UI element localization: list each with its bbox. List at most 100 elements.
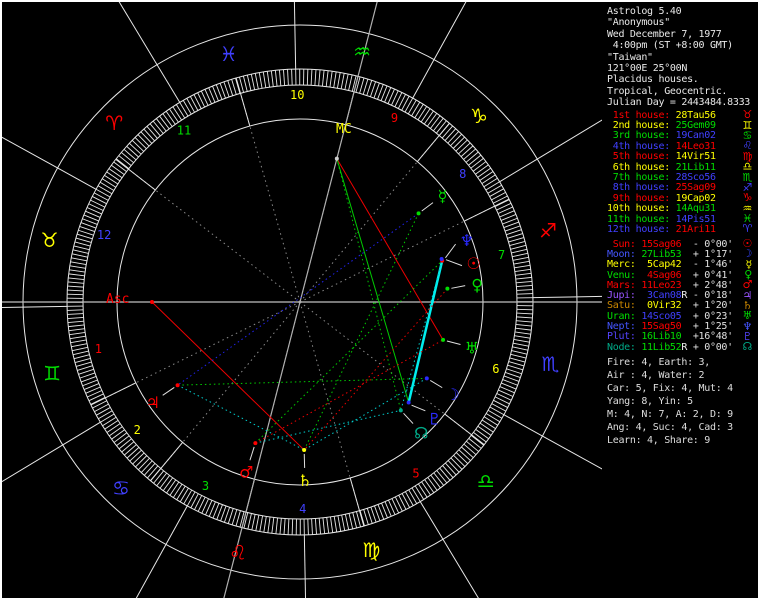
- natal-chart-wheel[interactable]: 1 2 3 4 5 6 7 8 9 10 11 12 ♈ ♉ ♊ ♋ ♌ ♍ ♎ ♏ ♐ ♑ ♒ ♓ ☉ ☽ ☿ ♀ ♂ ♃ ♄ ♅ ♆ ♇ ☊ As…: [2, 2, 602, 598]
- aspect-line: [255, 261, 442, 443]
- planet-row: Node: 11Lib52 R + 0°00' ☊: [607, 340, 757, 354]
- zodiac-sign-icon: ♈: [742, 222, 752, 236]
- planet-position-dot: [440, 257, 444, 261]
- house-label: 11th house:: [607, 213, 676, 225]
- planet-row: Moon: 27Lib53 + 1°17' ☽: [607, 248, 757, 260]
- aspect-line: [178, 378, 427, 385]
- sign-boundary-extension: [2, 2, 157, 65]
- aspect-line: [178, 213, 419, 385]
- tally-line: Learn: 4, Share: 9: [607, 435, 710, 446]
- house-cusp-value: 14Pis51: [675, 213, 716, 225]
- aspect-line: [337, 159, 401, 411]
- house-cusp-value: 19Can02: [675, 130, 716, 142]
- house-cusp-segment: [236, 78, 250, 126]
- planet-row: Sun: 15Sag06 - 0°00' ☉: [607, 238, 757, 250]
- house-cusp-line: [130, 170, 300, 302]
- sign-boundary-extension: [2, 544, 166, 598]
- leo-sign-icon: ♌: [229, 540, 247, 564]
- sign-boundary-extension: [2, 307, 23, 314]
- pluto-wheel-icon: ♇: [427, 410, 441, 429]
- header-line: "Anonymous": [607, 17, 670, 29]
- planet-row: Nept: 15Sag50 + 1°25' ♆: [607, 321, 757, 333]
- planet-pointer: [412, 405, 426, 411]
- planet-row: Satu: 0Vir32 + 1°20' ♄: [607, 300, 757, 312]
- aspect-line: [178, 385, 305, 450]
- house-number: 7: [498, 248, 505, 262]
- house-label: 1st house:: [607, 109, 676, 121]
- house-row: 12th house: 21Ari11 ♈: [607, 222, 757, 236]
- cancer-sign-icon: ♋: [112, 476, 130, 500]
- header-line: Tropical, Geocentric.: [607, 85, 728, 97]
- planet-row: Venu: 4Sag06 + 0°41' ♀: [607, 269, 757, 281]
- house-cusp-list: 1st house: 28Tau56 ♉ 2nd house: 25Gem09 ♊ …: [607, 109, 757, 236]
- header-line: 121°00E 25°00N: [607, 63, 688, 75]
- house-cusp-value: 25Sag09: [675, 182, 716, 194]
- house-cusp-value: 25Gem09: [675, 120, 716, 132]
- sign-boundary-extension: [288, 2, 295, 25]
- neptune-wheel-icon: ♆: [460, 231, 474, 250]
- planet-pointer: [451, 286, 465, 289]
- sagittarius-sign-icon: ♐: [539, 219, 557, 243]
- tally-line: Car: 5, Fix: 4, Mut: 4: [607, 383, 733, 394]
- header-line: 4:00pm (ST +8:00 GMT): [607, 40, 733, 52]
- house-cusp-value: 28Tau56: [675, 109, 716, 121]
- house-cusp-segment: [116, 159, 156, 190]
- planet-pointer: [422, 203, 433, 211]
- planet-position-list: Sun: 15Sag06 - 0°00' ☉ Moon: 27Lib53 + 1°1…: [607, 238, 757, 354]
- sign-boundary-extension: [305, 579, 312, 598]
- aspect-line: [409, 261, 442, 403]
- planet-position-dot: [407, 400, 411, 404]
- house-row: 7th house: 28Sco56 ♏: [607, 172, 757, 184]
- planet-position-value: 11Lib52: [641, 341, 682, 353]
- aries-sign-icon: ♈: [105, 111, 123, 135]
- ascendant-dot: [150, 300, 154, 304]
- tally-line: Fire: 4, Earth: 3,: [607, 357, 710, 368]
- sign-boundary: [157, 65, 180, 103]
- house-number: 5: [412, 466, 419, 480]
- sign-boundary-extension: [2, 2, 58, 168]
- header-line: Julian Day = 2443484.8333: [607, 97, 751, 109]
- house-label: 2nd house:: [607, 120, 676, 132]
- aquarius-sign-icon: ♒: [353, 40, 371, 64]
- jupiter-wheel-icon: ♃: [146, 393, 160, 412]
- scorpio-sign-icon: ♏: [541, 352, 559, 376]
- planet-pointer: [446, 260, 462, 266]
- sign-boundary: [58, 168, 97, 189]
- planet-row: Plut: 16Lib10 +16°48' ♇: [607, 331, 757, 343]
- planet-position-dot: [425, 376, 429, 380]
- house-number: 4: [299, 502, 306, 516]
- house-row: 4th house: 14Leo31 ♌: [607, 140, 757, 152]
- header-line: Placidus houses.: [607, 74, 699, 86]
- moon-wheel-icon: ☽: [445, 385, 459, 404]
- house-number: 2: [134, 423, 141, 437]
- house-row: 5th house: 14Vir51 ♍: [607, 151, 757, 163]
- house-row: 2nd house: 25Gem09 ♊: [607, 120, 757, 132]
- aspect-line: [304, 378, 427, 450]
- planet-position-dot: [176, 383, 180, 387]
- house-label: 3rd house:: [607, 130, 676, 142]
- planet-label: Node:: [607, 341, 642, 353]
- house-cusp-segment: [91, 383, 136, 405]
- daily-motion-value: + 0°00': [687, 341, 733, 353]
- tally-line: Air : 4, Water: 2: [607, 370, 705, 381]
- mars-wheel-icon: ♂: [239, 463, 253, 482]
- info-panel: Astrolog 5.40 "Anonymous" Wed December 7, …: [604, 2, 758, 598]
- chart-header: Astrolog 5.40 "Anonymous" Wed December 7, …: [607, 2, 758, 109]
- planet-position-dot: [253, 441, 257, 445]
- libra-sign-icon: ♎: [477, 469, 495, 493]
- tally-line: Ang: 4, Suc: 4, Cad: 3: [607, 422, 733, 433]
- app-title: Astrolog 5.40: [607, 6, 682, 17]
- capricorn-sign-icon: ♑: [470, 104, 488, 128]
- node-icon: ☊: [742, 340, 753, 354]
- taurus-sign-icon: ♉: [41, 228, 59, 252]
- house-label: 5th house:: [607, 151, 676, 163]
- ascendant-label: Asc: [106, 292, 129, 307]
- sign-boundary-extension: [537, 2, 602, 159]
- house-cusp-value: 14Leo31: [675, 140, 716, 152]
- house-cusp-segment: [417, 123, 449, 161]
- house-row: 8th house: 25Sag09 ♐: [607, 182, 757, 194]
- house-cusp-segment: [445, 414, 485, 445]
- sign-boundary: [413, 60, 434, 99]
- node-wheel-icon: ☊: [414, 423, 428, 442]
- header-line: "Taiwan": [607, 51, 653, 63]
